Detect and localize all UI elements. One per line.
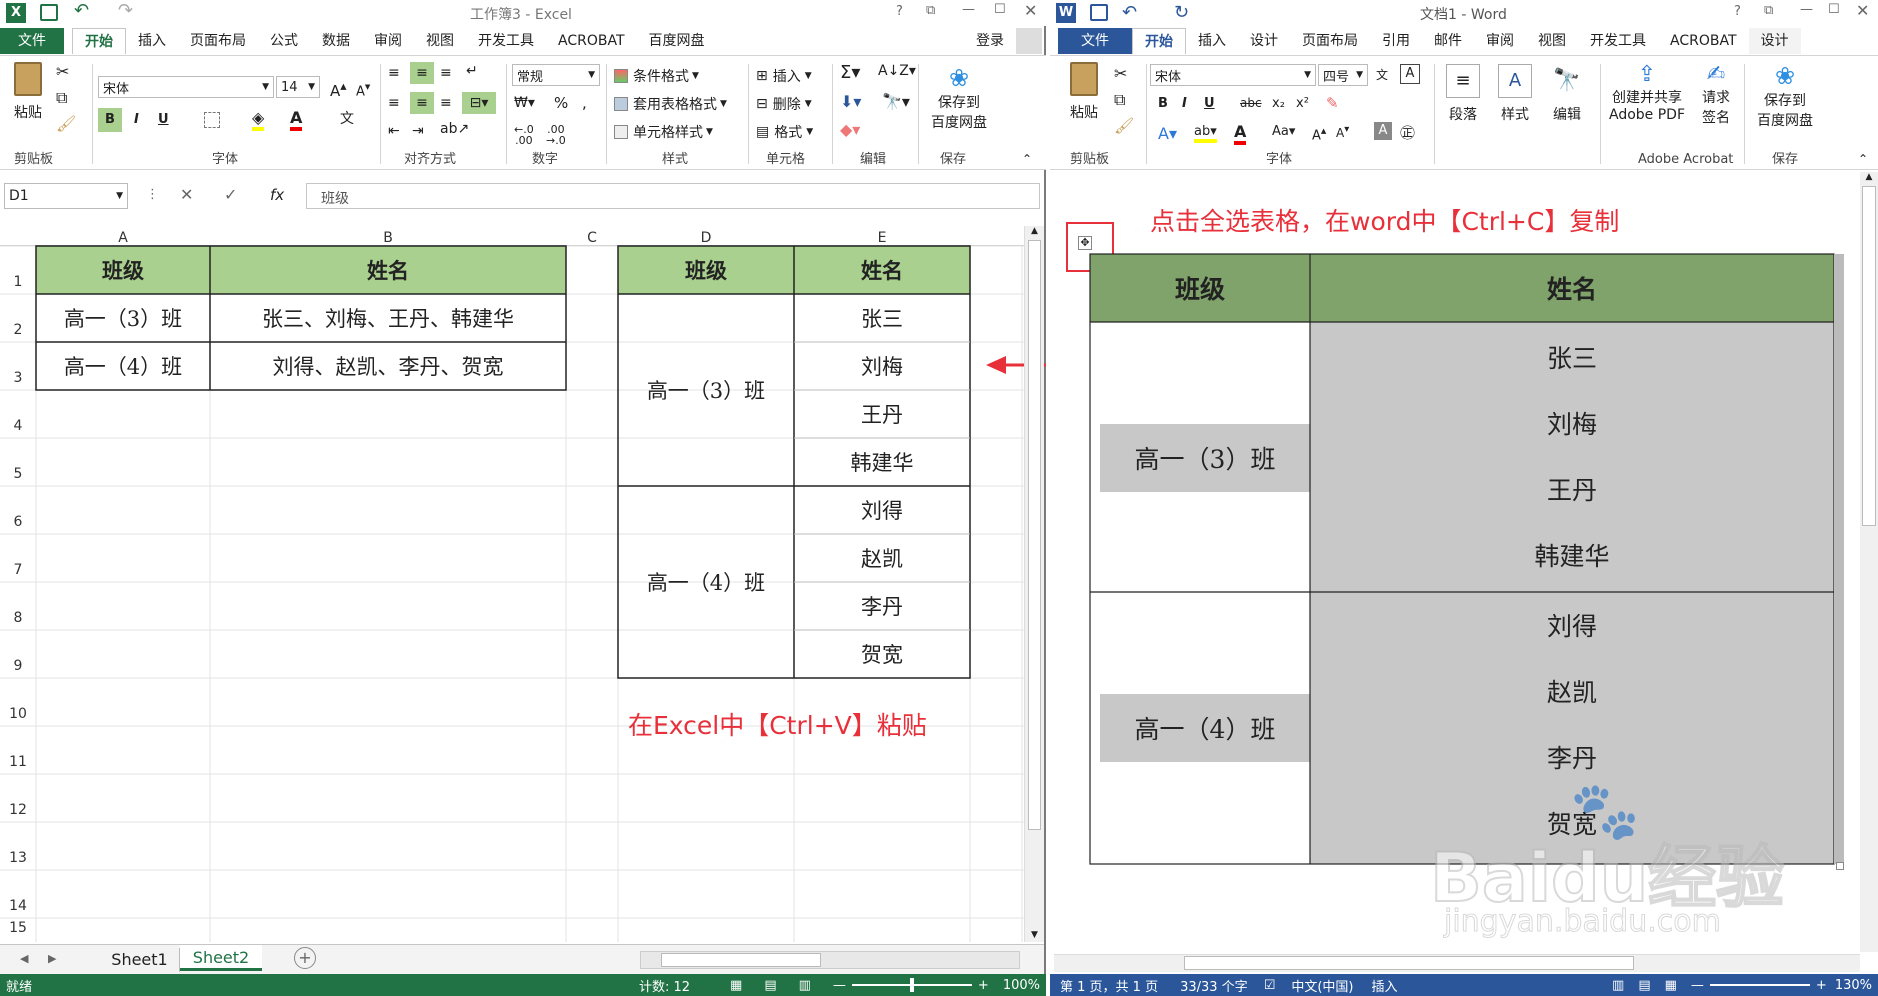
table2-class-cell[interactable]: 高一（4）班 bbox=[618, 486, 794, 678]
row-header-10[interactable]: 10 bbox=[0, 706, 36, 722]
table2-name-cell[interactable]: 刘梅 bbox=[794, 342, 970, 390]
word-status-words[interactable]: 33/33 个字 bbox=[1180, 976, 1248, 995]
word-status-lang[interactable]: 中文(中国) bbox=[1291, 976, 1353, 995]
word-h-scroll-thumb[interactable] bbox=[1184, 956, 1634, 970]
word-status-page[interactable]: 第 1 页，共 1 页 bbox=[1060, 976, 1158, 995]
excel-status-bar: 就绪 计数: 12 ▦ ▤ ▥ — + 100% bbox=[0, 974, 1046, 996]
row-header-11[interactable]: 11 bbox=[0, 754, 36, 770]
print-layout-icon[interactable]: ▤ bbox=[1638, 978, 1650, 993]
word-table-name-cell[interactable]: 刘梅 bbox=[1310, 390, 1834, 456]
scroll-down-icon[interactable]: ▼ bbox=[1025, 930, 1044, 940]
table2-class-cell[interactable]: 高一（3）班 bbox=[618, 294, 794, 486]
zoom-out-icon[interactable]: — bbox=[833, 978, 846, 993]
table1-header-class[interactable]: 班级 bbox=[36, 246, 210, 294]
word-table-name-cell[interactable]: 刘得 bbox=[1310, 592, 1834, 658]
sheet-tab-2[interactable]: Sheet2 bbox=[180, 945, 262, 971]
table2-name-cell[interactable]: 韩建华 bbox=[794, 438, 970, 486]
word-scroll-up-icon[interactable]: ▲ bbox=[1860, 172, 1878, 182]
row-header-7[interactable]: 7 bbox=[0, 562, 36, 578]
table-resize-handle[interactable] bbox=[1836, 862, 1844, 870]
paste-annotation: 在Excel中【Ctrl+V】粘贴 bbox=[628, 711, 927, 740]
word-table-header-name[interactable]: 姓名 bbox=[1310, 254, 1834, 322]
row-header-8[interactable]: 8 bbox=[0, 610, 36, 626]
word-scroll-thumb[interactable] bbox=[1862, 186, 1876, 526]
row-header-1[interactable]: 1 bbox=[0, 274, 36, 290]
word-vertical-scrollbar[interactable]: ▲ bbox=[1860, 172, 1878, 952]
row-header-2[interactable]: 2 bbox=[0, 322, 36, 338]
row-header-3[interactable]: 3 bbox=[0, 370, 36, 386]
table1-cell[interactable]: 高一（3）班 bbox=[36, 294, 210, 342]
row-header-9[interactable]: 9 bbox=[0, 658, 36, 674]
status-ready: 就绪 bbox=[6, 979, 33, 995]
word-window: W ↶ ↻ 文档1 - Word ? ⧉ — ☐ ✕ 文件 开始 插入 设计 页… bbox=[1050, 0, 1878, 996]
sheet-tab-1[interactable]: Sheet1 bbox=[100, 948, 180, 972]
row-header-6[interactable]: 6 bbox=[0, 514, 36, 530]
word-table-name-cell[interactable]: 赵凯 bbox=[1310, 658, 1834, 724]
word-table-name-cell[interactable]: 李丹 bbox=[1310, 724, 1834, 790]
word-zoom-level[interactable]: 130% bbox=[1835, 978, 1872, 993]
normal-view-icon[interactable]: ▦ bbox=[730, 978, 742, 993]
table2-name-cell[interactable]: 贺宽 bbox=[794, 630, 970, 678]
row-header-15[interactable]: 15 bbox=[0, 920, 36, 936]
table2-name-cell[interactable]: 李丹 bbox=[794, 582, 970, 630]
word-horizontal-scrollbar[interactable] bbox=[1054, 954, 1860, 972]
horizontal-scrollbar[interactable] bbox=[640, 951, 1020, 969]
zoom-slider[interactable] bbox=[851, 978, 972, 992]
table2-header-class[interactable]: 班级 bbox=[618, 246, 794, 294]
table2-name-cell[interactable]: 赵凯 bbox=[794, 534, 970, 582]
word-zoom-in-icon[interactable]: + bbox=[1816, 978, 1827, 993]
table2-name-cell[interactable]: 刘得 bbox=[794, 486, 970, 534]
page-break-view-icon[interactable]: ▥ bbox=[799, 978, 811, 993]
scroll-thumb[interactable] bbox=[1028, 240, 1041, 830]
row-header-5[interactable]: 5 bbox=[0, 466, 36, 482]
sheet-tab-bar: ◀ ▶ Sheet1 Sheet2 + bbox=[0, 944, 1044, 974]
zoom-level[interactable]: 100% bbox=[1003, 978, 1040, 993]
sheet-nav-prev-icon[interactable]: ◀ bbox=[20, 952, 28, 965]
proofing-icon[interactable]: ☑ bbox=[1264, 978, 1276, 993]
web-layout-icon[interactable]: ▦ bbox=[1665, 978, 1677, 993]
word-zoom-out-icon[interactable]: — bbox=[1691, 978, 1704, 993]
row-header-13[interactable]: 13 bbox=[0, 850, 36, 866]
word-table-header-class[interactable]: 班级 bbox=[1090, 254, 1310, 322]
row-header-4[interactable]: 4 bbox=[0, 418, 36, 434]
vertical-scrollbar[interactable]: ▲ ▼ bbox=[1024, 226, 1044, 942]
sheet-nav-next-icon[interactable]: ▶ bbox=[48, 952, 56, 965]
excel-window: X ↶ ↷ 工作簿3 - Excel ? ⧉ — ☐ ✕ 文件 开始 插入 页面… bbox=[0, 0, 1046, 996]
table1-cell[interactable]: 张三、刘梅、王丹、韩建华 bbox=[210, 294, 566, 342]
table2-header-name[interactable]: 姓名 bbox=[794, 246, 970, 294]
word-zoom-slider[interactable] bbox=[1709, 984, 1810, 986]
table1-cell[interactable]: 刘得、赵凯、李丹、贺宽 bbox=[210, 342, 566, 390]
table1-cell[interactable]: 高一（4）班 bbox=[36, 342, 210, 390]
row-header-12[interactable]: 12 bbox=[0, 802, 36, 818]
add-sheet-icon[interactable]: + bbox=[294, 947, 316, 969]
word-table-name-cell[interactable]: 张三 bbox=[1310, 324, 1834, 390]
scroll-up-icon[interactable]: ▲ bbox=[1025, 226, 1044, 236]
word-table-class-cell[interactable]: 高一（3）班 bbox=[1100, 424, 1310, 492]
word-table-class-cell[interactable]: 高一（4）班 bbox=[1100, 694, 1310, 762]
read-mode-icon[interactable]: ▥ bbox=[1612, 978, 1624, 993]
h-scroll-thumb[interactable] bbox=[661, 953, 821, 967]
word-table-name-cell[interactable]: 贺宽 bbox=[1310, 790, 1834, 856]
table2-name-cell[interactable]: 张三 bbox=[794, 294, 970, 342]
page-layout-view-icon[interactable]: ▤ bbox=[764, 978, 776, 993]
word-status-bar: 第 1 页，共 1 页 33/33 个字 ☑ 中文(中国) 插入 ▥ ▤ ▦ —… bbox=[1050, 974, 1878, 996]
zoom-in-icon[interactable]: + bbox=[978, 978, 989, 993]
row-header-14[interactable]: 14 bbox=[0, 898, 36, 914]
status-count: 计数: 12 bbox=[638, 979, 691, 995]
table1-header-name[interactable]: 姓名 bbox=[210, 246, 566, 294]
table2-name-cell[interactable]: 王丹 bbox=[794, 390, 970, 438]
word-status-mode[interactable]: 插入 bbox=[1372, 976, 1398, 995]
word-table-name-cell[interactable]: 王丹 bbox=[1310, 456, 1834, 522]
word-table-name-cell[interactable]: 韩建华 bbox=[1310, 522, 1834, 588]
